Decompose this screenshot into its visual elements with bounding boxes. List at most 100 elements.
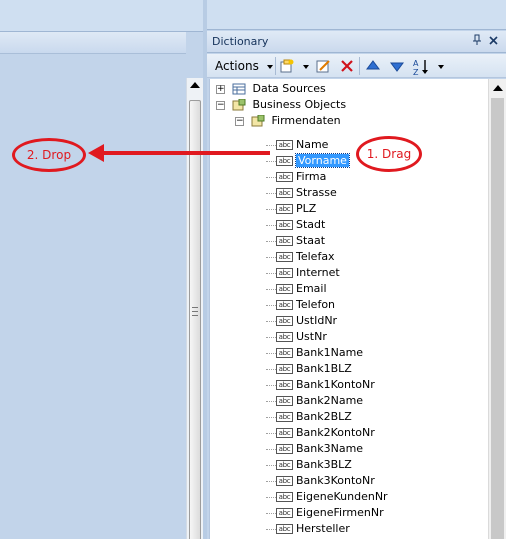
tree-field-item[interactable]: abc Bank3BLZ <box>210 457 488 473</box>
drag-arrow-head-icon <box>88 144 104 162</box>
tree-connector <box>266 273 276 274</box>
tree-field-item[interactable]: abc Strasse <box>210 185 488 201</box>
text-field-icon: abc <box>276 316 293 326</box>
design-vertical-scrollbar[interactable] <box>186 78 203 539</box>
tree-field-item[interactable]: abc Bank2KontoNr <box>210 425 488 441</box>
move-down-icon[interactable] <box>389 58 405 74</box>
edit-icon[interactable] <box>315 58 331 74</box>
text-field-icon: abc <box>276 204 293 214</box>
text-field-icon: abc <box>276 284 293 294</box>
text-field-icon: abc <box>276 492 293 502</box>
text-field-icon: abc <box>276 396 293 406</box>
collapse-icon[interactable]: − <box>216 101 225 110</box>
move-up-icon[interactable] <box>365 58 381 74</box>
svg-text:A: A <box>413 59 419 68</box>
tree-node-business-objects[interactable]: − Business Objects <box>216 97 346 113</box>
text-field-icon: abc <box>276 364 293 374</box>
scroll-up-arrow-icon[interactable] <box>493 85 503 91</box>
text-field-icon: abc <box>276 412 293 422</box>
toolbar-separator <box>275 57 276 75</box>
new-item-dropdown-icon[interactable] <box>303 65 309 69</box>
new-item-icon[interactable] <box>279 58 295 74</box>
expand-icon[interactable]: + <box>216 85 225 94</box>
tree-field-item[interactable]: abc Bank2Name <box>210 393 488 409</box>
tree-field-item[interactable]: abc Hersteller <box>210 521 488 537</box>
tree-field-item[interactable]: abc Staat <box>210 233 488 249</box>
dictionary-panel: Dictionary Actions AZ + Data Sources − B… <box>207 0 506 539</box>
field-list: abc Name abc Vorname abc Firma abc Strasse abc PL… <box>210 137 488 539</box>
design-surface-header <box>0 32 186 54</box>
text-field-icon: abc <box>276 220 293 230</box>
tree-vertical-scrollbar[interactable] <box>488 79 506 539</box>
tree-connector <box>266 433 276 434</box>
scroll-up-arrow-icon[interactable] <box>190 82 200 88</box>
tree-connector <box>266 289 276 290</box>
sort-dropdown-icon[interactable] <box>438 65 444 69</box>
tree-field-item[interactable]: abc Bank2BLZ <box>210 409 488 425</box>
toolbar-separator <box>359 57 360 75</box>
top-strip <box>0 0 203 32</box>
tree-field-item[interactable]: abc EigeneFirmenNr <box>210 505 488 521</box>
tree-field-item[interactable]: abc UstNr <box>210 329 488 345</box>
tree-field-item[interactable]: abc EigeneKundenNr <box>210 489 488 505</box>
tree-field-item[interactable]: abc Stadt <box>210 217 488 233</box>
tree-connector <box>266 257 276 258</box>
tree-field-item[interactable]: abc Firma <box>210 169 488 185</box>
tree-field-item[interactable]: abc Email <box>210 281 488 297</box>
text-field-icon: abc <box>276 252 293 262</box>
tree-field-label: PLZ <box>296 202 317 215</box>
tree-node-firmendaten[interactable]: − Firmendaten <box>235 113 341 129</box>
tree-connector <box>266 209 276 210</box>
tree-field-item[interactable]: abc Bank1BLZ <box>210 361 488 377</box>
tree-field-label: Bank2BLZ <box>296 410 352 423</box>
tree-field-item[interactable]: abc Vorname <box>210 153 488 169</box>
text-field-icon: abc <box>276 508 293 518</box>
tree-connector <box>266 353 276 354</box>
tree-connector <box>266 497 276 498</box>
tree-connector <box>266 337 276 338</box>
close-icon[interactable] <box>489 34 498 48</box>
tree-field-item[interactable]: abc UstIdNr <box>210 313 488 329</box>
tree-field-item[interactable]: abc PLZ <box>210 201 488 217</box>
panel-title: Dictionary <box>212 35 269 48</box>
tree-field-item[interactable]: abc Bank3Name <box>210 441 488 457</box>
scrollbar-thumb[interactable] <box>189 100 201 539</box>
tree-field-label: Bank3KontoNr <box>296 474 375 487</box>
tree-connector <box>266 241 276 242</box>
collapse-icon[interactable]: − <box>235 117 244 126</box>
scroll-grip-icon <box>192 307 198 316</box>
sort-icon[interactable]: AZ <box>413 58 429 77</box>
tree-connector <box>266 305 276 306</box>
actions-dropdown-icon[interactable] <box>267 65 273 69</box>
tree-field-item[interactable]: abc Bank3KontoNr <box>210 473 488 489</box>
scrollbar-thumb[interactable] <box>491 98 504 539</box>
tree-field-label: Telefax <box>296 250 335 263</box>
tree-field-label: Telefon <box>296 298 336 311</box>
tree-field-label: Internet <box>296 266 340 279</box>
tree-field-item[interactable]: abc Telefax <box>210 249 488 265</box>
text-field-icon: abc <box>276 460 293 470</box>
tree-connector <box>266 529 276 530</box>
design-surface[interactable] <box>0 32 186 539</box>
business-object-icon <box>251 114 265 127</box>
tree-field-label: Bank2KontoNr <box>296 426 375 439</box>
tree-connector <box>266 145 276 146</box>
tree-field-item[interactable]: abc Bank1KontoNr <box>210 377 488 393</box>
text-field-icon: abc <box>276 332 293 342</box>
tree-field-item[interactable]: abc Bank1Name <box>210 345 488 361</box>
actions-menu[interactable]: Actions <box>215 59 259 73</box>
delete-icon[interactable] <box>339 58 355 74</box>
pin-icon[interactable] <box>472 34 482 49</box>
tree-field-label: Stadt <box>296 218 326 231</box>
tree-field-label: Strasse <box>296 186 337 199</box>
tree-connector <box>266 385 276 386</box>
tree-connector <box>266 401 276 402</box>
tree-field-item[interactable]: abc Internet <box>210 265 488 281</box>
text-field-icon: abc <box>276 444 293 454</box>
tree-field-label: Firma <box>296 170 327 183</box>
tree-field-item[interactable]: abc Telefon <box>210 297 488 313</box>
tree-field-label: Staat <box>296 234 326 247</box>
tree-connector <box>266 193 276 194</box>
tree-connector <box>266 225 276 226</box>
tree-node-data-sources[interactable]: + Data Sources <box>216 81 326 97</box>
